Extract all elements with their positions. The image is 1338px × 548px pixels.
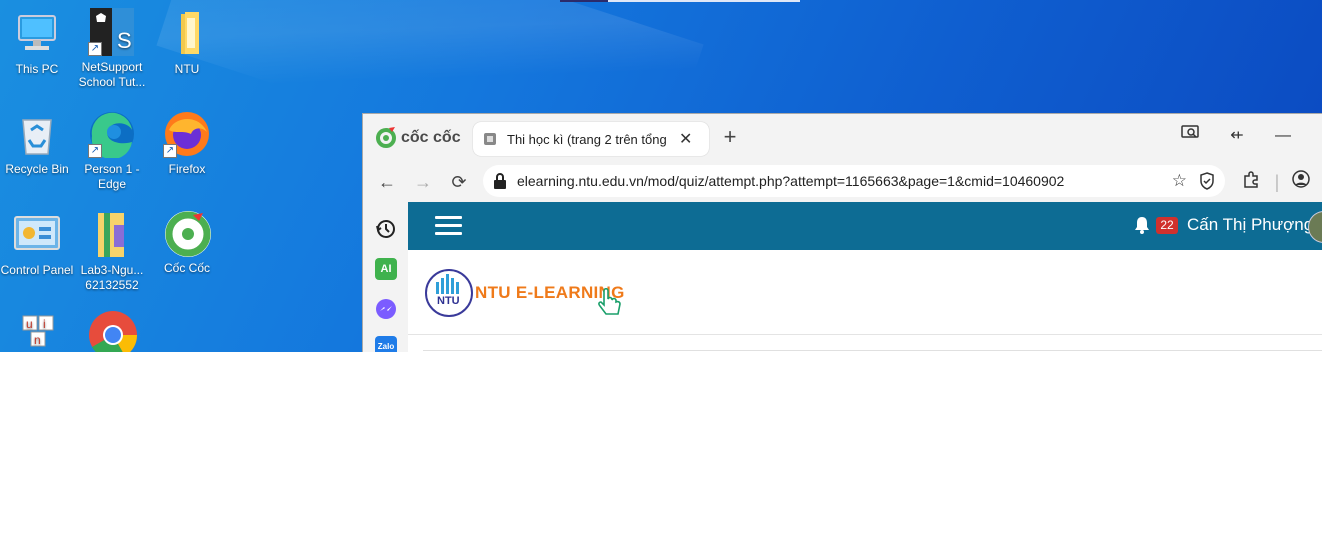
svg-text:n: n bbox=[34, 333, 41, 347]
minimize-icon[interactable]: — bbox=[1268, 124, 1298, 148]
hamburger-menu-icon[interactable] bbox=[435, 216, 462, 236]
desktop-icon-ntu[interactable]: NTU bbox=[150, 10, 224, 77]
desktop-icon-label: Cốc Cốc bbox=[163, 261, 210, 275]
desktop-icon-label: This PC bbox=[15, 62, 59, 76]
site-header: NTU NTU E-LEARNING bbox=[408, 250, 1322, 335]
desktop-icon-control-panel[interactable]: Control Panel bbox=[0, 211, 74, 278]
tab-title: Thi học kì (trang 2 trên tổng bbox=[507, 131, 667, 147]
desktop-icon-label: Control Panel bbox=[0, 263, 74, 277]
desktop: This PC S ↗ NetSupport School Tut... NTU… bbox=[0, 0, 1322, 352]
toolbar-separator: | bbox=[1274, 172, 1280, 192]
desktop-icon-netsupport[interactable]: S ↗ NetSupport School Tut... bbox=[75, 8, 149, 90]
profile-icon[interactable] bbox=[1289, 170, 1313, 194]
desktop-icon-coccoc[interactable]: Cốc Cốc bbox=[150, 209, 224, 276]
browser-toolbar: ← → ⟳ elearning.ntu.edu.vn/mod/quiz/atte… bbox=[363, 162, 1322, 202]
firefox-icon: ↗ bbox=[163, 110, 211, 158]
desktop-icon-firefox[interactable]: ↗ Firefox bbox=[150, 110, 224, 177]
back-icon[interactable]: ← bbox=[375, 170, 399, 194]
desktop-icon-label: Lab3-Ngu... 62132552 bbox=[80, 263, 144, 292]
browser-window: cốc cốc Thi học kì (trang 2 trên tổng ✕ … bbox=[362, 113, 1322, 352]
history-icon[interactable] bbox=[375, 218, 397, 240]
tab-active[interactable]: Thi học kì (trang 2 trên tổng ✕ bbox=[473, 122, 709, 156]
edge-icon: ↗ bbox=[88, 110, 136, 160]
desktop-icon-label: Person 1 - Edge bbox=[84, 162, 140, 191]
desktop-icon-edge[interactable]: ↗ Person 1 - Edge bbox=[75, 110, 149, 192]
page-favicon-icon bbox=[484, 133, 496, 145]
user-name[interactable]: Cấn Thị Phượng bbox=[1187, 215, 1313, 235]
desktop-icon-unikey[interactable]: uin bbox=[0, 314, 74, 352]
desktop-icon-label: Firefox bbox=[168, 162, 206, 176]
svg-text:S: S bbox=[117, 28, 132, 53]
recycle-bin-icon bbox=[13, 110, 61, 158]
tab-search-icon[interactable] bbox=[1175, 124, 1205, 148]
messenger-icon[interactable] bbox=[375, 298, 397, 320]
ntu-logo-badge-text: NTU bbox=[437, 295, 460, 307]
netsupport-icon: S ↗ bbox=[88, 8, 136, 56]
svg-text:u: u bbox=[26, 317, 33, 331]
bell-icon[interactable] bbox=[1134, 216, 1150, 234]
shortcut-arrow-icon: ↗ bbox=[88, 144, 102, 158]
bookmark-star-icon[interactable]: ☆ bbox=[1172, 171, 1187, 191]
desktop-icon-label: NTU bbox=[174, 62, 200, 76]
lock-icon bbox=[494, 173, 506, 189]
desktop-icon-this-pc[interactable]: This PC bbox=[0, 10, 74, 77]
svg-text:i: i bbox=[43, 317, 46, 331]
coccoc-logo-icon bbox=[376, 127, 396, 148]
coccoc-icon bbox=[163, 209, 211, 257]
desktop-icon-label: Recycle Bin bbox=[5, 162, 69, 176]
sidebar-toggle-icon[interactable]: ⇷ bbox=[1222, 124, 1252, 148]
shortcut-arrow-icon: ↗ bbox=[88, 42, 102, 56]
extensions-icon[interactable] bbox=[1239, 170, 1263, 194]
tab-bar: cốc cốc Thi học kì (trang 2 trên tổng ✕ … bbox=[363, 114, 1322, 162]
content-divider bbox=[423, 350, 1322, 351]
browser-sidebar: AI Zalo bbox=[363, 202, 408, 352]
desktop-icon-recycle-bin[interactable]: Recycle Bin bbox=[0, 110, 74, 177]
ntu-logo-icon[interactable]: NTU bbox=[424, 268, 474, 318]
web-page: 22 Cấn Thị Phượng NTU NTU E-LEARNING bbox=[408, 202, 1322, 352]
desktop-icon-chrome[interactable] bbox=[75, 310, 149, 352]
chrome-icon bbox=[88, 310, 138, 352]
desktop-icon-label: NetSupport School Tut... bbox=[78, 60, 146, 89]
top-window-edge bbox=[560, 0, 800, 2]
shield-icon[interactable] bbox=[1199, 172, 1215, 190]
computer-icon bbox=[13, 10, 61, 58]
reload-icon[interactable]: ⟳ bbox=[447, 170, 471, 194]
close-tab-icon[interactable]: ✕ bbox=[679, 129, 692, 149]
browser-brand[interactable]: cốc cốc bbox=[375, 127, 461, 149]
unikey-icon: uin bbox=[13, 314, 61, 352]
ai-assistant-icon[interactable]: AI bbox=[375, 258, 397, 280]
new-tab-icon[interactable]: + bbox=[719, 126, 741, 149]
control-panel-icon bbox=[13, 211, 61, 259]
zalo-icon[interactable]: Zalo bbox=[375, 336, 397, 352]
browser-brand-text: cốc cốc bbox=[401, 129, 461, 146]
folder-icon bbox=[163, 10, 211, 58]
address-bar[interactable]: elearning.ntu.edu.vn/mod/quiz/attempt.ph… bbox=[483, 165, 1225, 197]
pointer-hand-icon bbox=[598, 288, 621, 315]
desktop-icon-lab3[interactable]: Lab3-Ngu... 62132552 bbox=[75, 211, 149, 293]
site-navbar: 22 Cấn Thị Phượng bbox=[408, 202, 1322, 250]
forward-icon[interactable]: → bbox=[411, 170, 435, 194]
archive-file-icon bbox=[88, 211, 136, 259]
shortcut-arrow-icon: ↗ bbox=[163, 144, 177, 158]
url-text[interactable]: elearning.ntu.edu.vn/mod/quiz/attempt.ph… bbox=[517, 173, 1064, 189]
notification-count-badge[interactable]: 22 bbox=[1156, 217, 1178, 234]
